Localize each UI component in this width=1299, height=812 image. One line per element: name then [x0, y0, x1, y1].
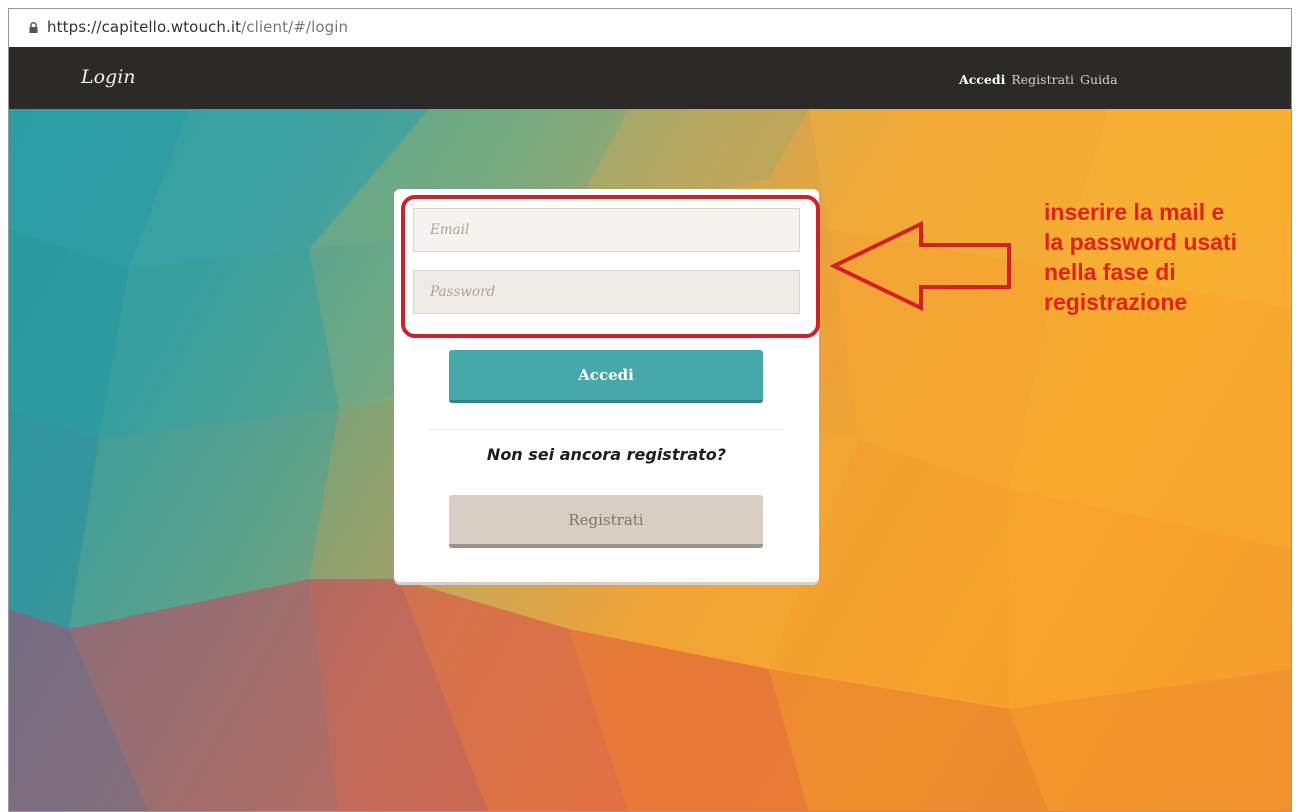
register-button[interactable]: Registrati — [449, 495, 763, 548]
annotation-arrow-icon — [829, 220, 1011, 312]
password-field[interactable] — [413, 270, 800, 314]
annotation-line: nella fase di — [1044, 259, 1176, 285]
login-card: Accedi Non sei ancora registrato? Regist… — [394, 189, 819, 582]
nav-link-guida[interactable]: Guida — [1080, 72, 1118, 87]
page-title: Login — [81, 66, 136, 88]
nav-link-accedi[interactable]: Accedi — [959, 72, 1005, 87]
top-navbar: Login Accedi Registrati Guida — [9, 47, 1291, 109]
login-button[interactable]: Accedi — [449, 350, 763, 403]
lock-icon — [29, 22, 38, 33]
annotation-line: la password usati — [1044, 229, 1238, 255]
browser-window: https://capitello.wtouch.it/client/#/log… — [8, 8, 1292, 812]
annotation-line: inserire la mail e — [1044, 199, 1225, 225]
url-text[interactable]: https://capitello.wtouch.it/client/#/log… — [47, 18, 348, 36]
url-host: https://capitello.wtouch.it — [47, 18, 242, 36]
nav-link-registrati[interactable]: Registrati — [1011, 72, 1074, 87]
email-field[interactable] — [413, 208, 800, 252]
address-bar[interactable]: https://capitello.wtouch.it/client/#/log… — [9, 9, 1291, 47]
annotation-line: registrazione — [1044, 289, 1188, 315]
divider — [428, 429, 784, 430]
register-prompt: Non sei ancora registrato? — [486, 445, 727, 464]
annotation-text: inserire la mail e la password usati nel… — [1044, 197, 1237, 317]
nav-links: Accedi Registrati Guida — [959, 72, 1120, 87]
url-path: /client/#/login — [241, 18, 349, 36]
